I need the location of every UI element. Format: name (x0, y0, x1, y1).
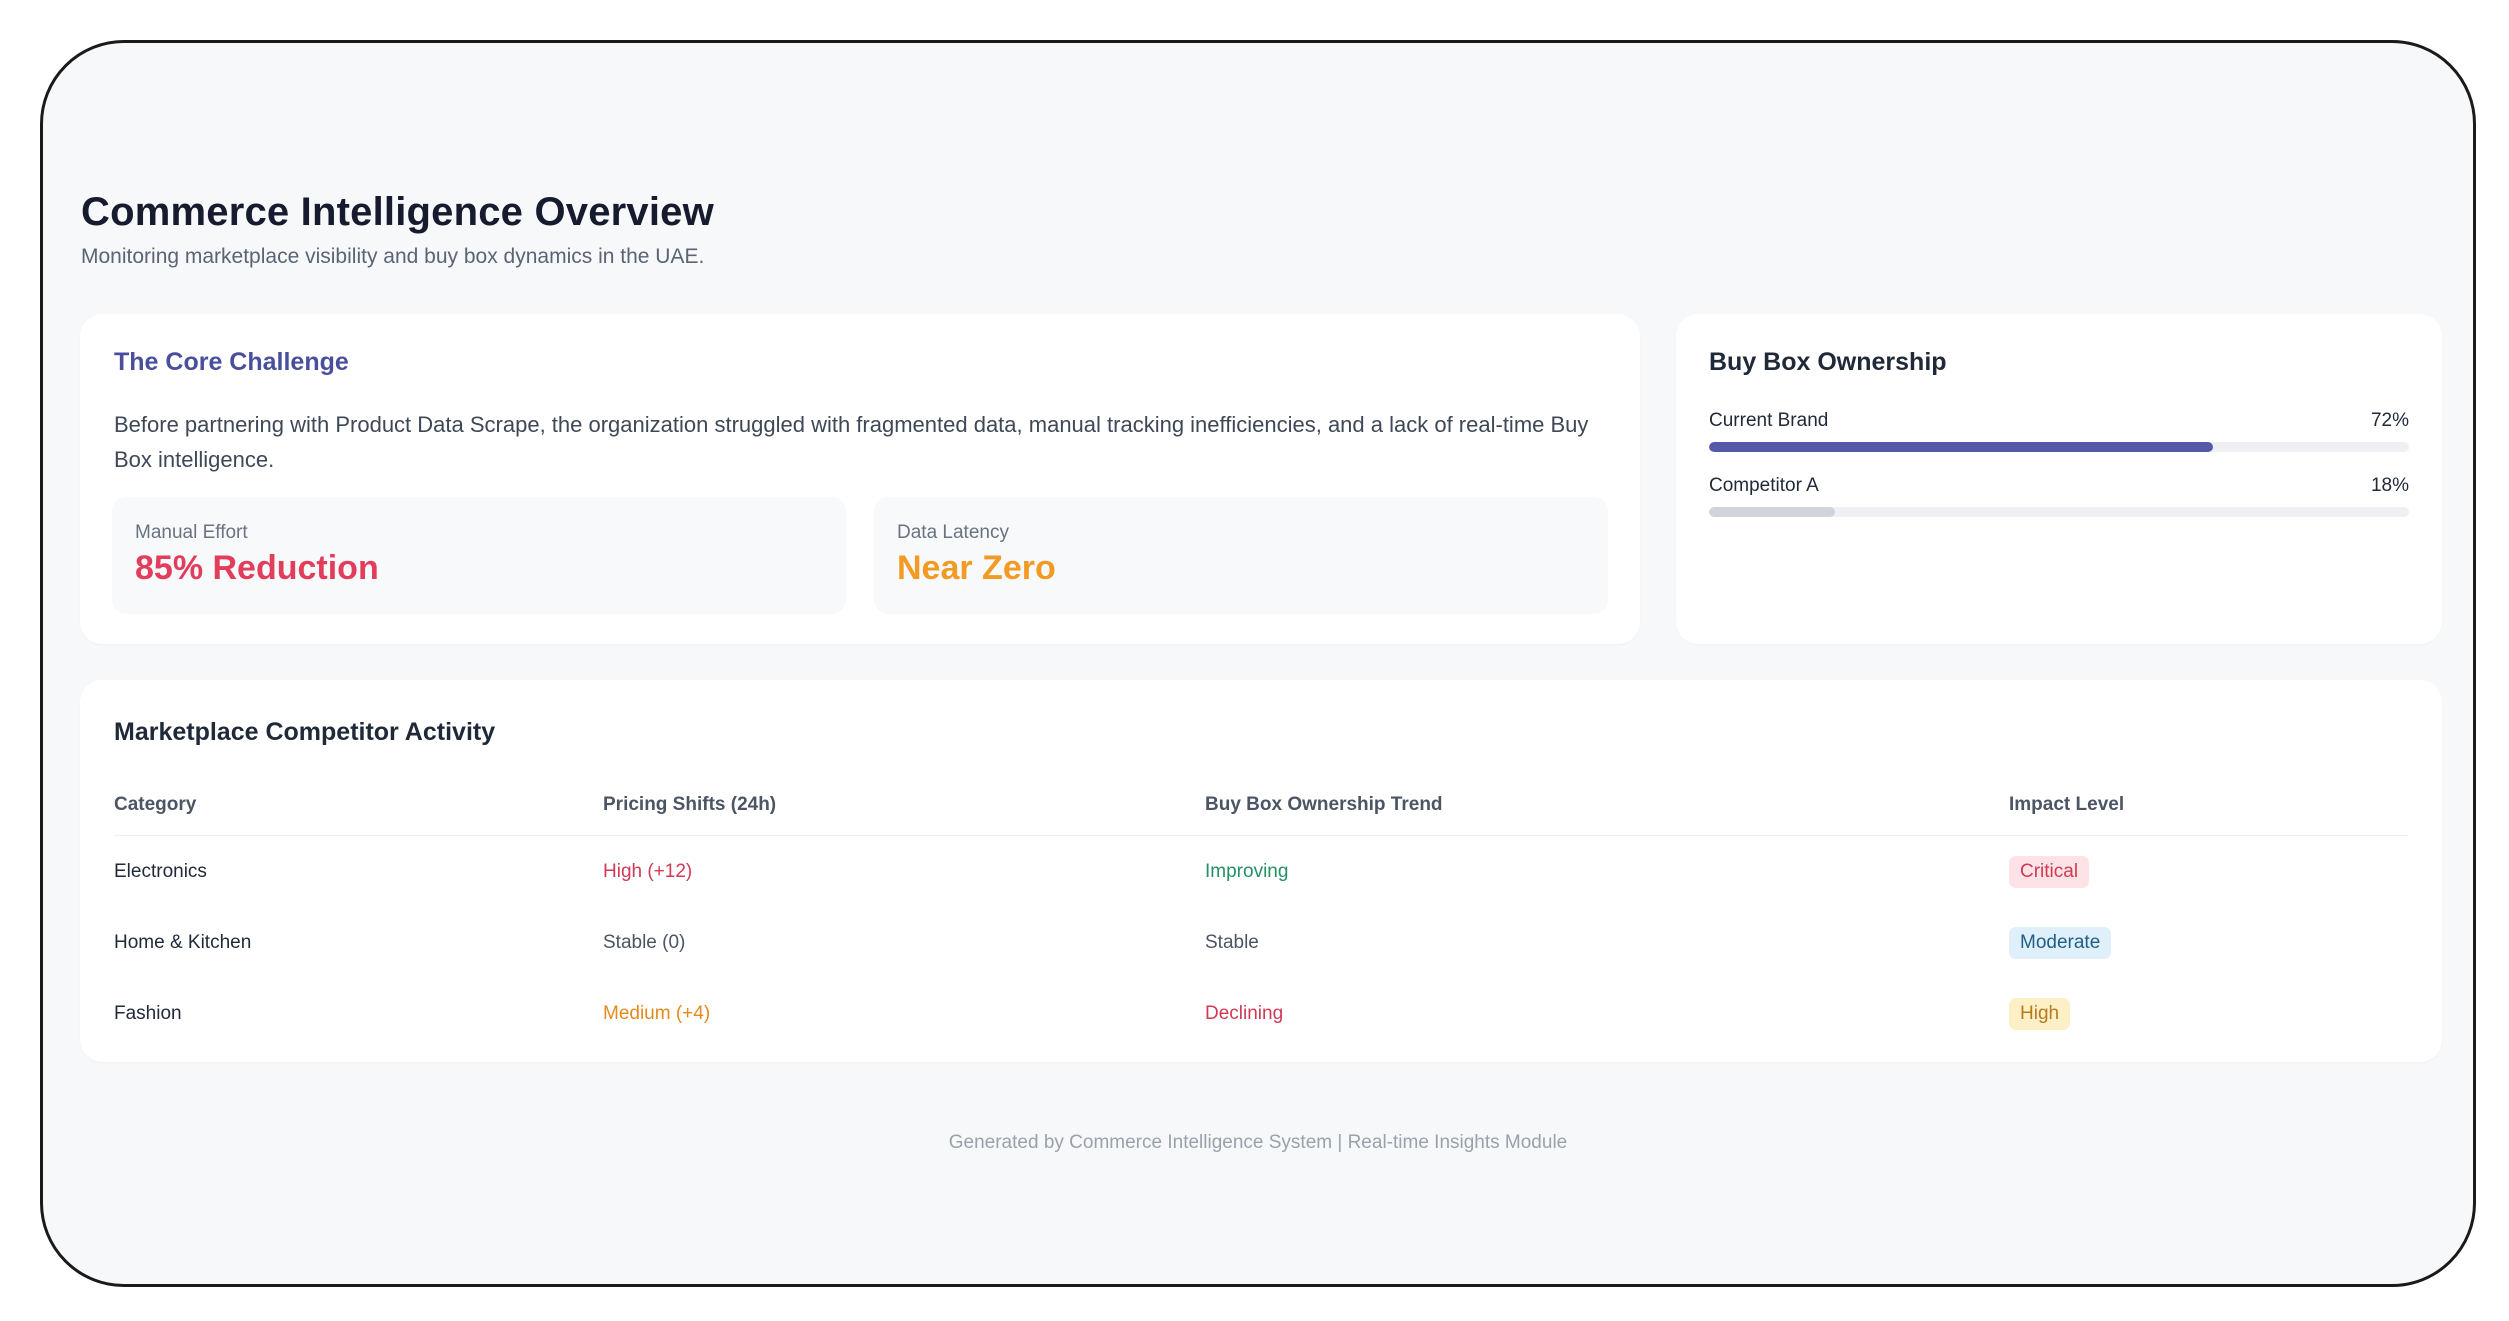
page-subtitle: Monitoring marketplace visibility and bu… (81, 245, 705, 268)
column-header-category: Category (114, 793, 197, 815)
impact-badge: Critical (2009, 855, 2090, 888)
cell-category: Electronics (114, 860, 207, 882)
ownership-value: 72% (2370, 410, 2409, 431)
column-header-pricing: Pricing Shifts (24h) (603, 793, 777, 815)
impact-badge: High (2009, 997, 2071, 1030)
cell-impact: Critical (2009, 855, 2408, 888)
cell-trend: Stable (1205, 931, 1259, 953)
metric-data-latency: Data Latency Near Zero (874, 497, 1608, 614)
impact-badge: Moderate (2009, 926, 2112, 959)
metric-value: Near Zero (897, 549, 1056, 587)
cell-trend: Declining (1205, 1002, 1284, 1024)
progress-fill (1709, 507, 1835, 517)
core-challenge-card: The Core Challenge Before partnering wit… (80, 314, 1640, 644)
buy-box-ownership-card: Buy Box Ownership Current Brand 72% Comp… (1676, 314, 2442, 644)
ownership-row-competitor-a: Competitor A 18% (1709, 475, 2409, 517)
footer-text: Generated by Commerce Intelligence Syste… (948, 1132, 1568, 1153)
table-header: Category Pricing Shifts (24h) Buy Box Ow… (114, 774, 2408, 836)
table-row: Home & Kitchen Stable (0) Stable Moderat… (114, 907, 2408, 978)
cell-impact: Moderate (2009, 926, 2408, 959)
competitor-activity-card: Marketplace Competitor Activity Category… (80, 680, 2442, 1062)
ownership-label: Current Brand (1709, 410, 1829, 431)
table-row: Fashion Medium (+4) Declining High (114, 978, 2408, 1049)
metric-label: Data Latency (897, 522, 1009, 543)
column-header-trend: Buy Box Ownership Trend (1205, 793, 1443, 815)
competitor-activity-table: Category Pricing Shifts (24h) Buy Box Ow… (114, 774, 2408, 1049)
page-header: Commerce Intelligence Overview Monitorin… (81, 190, 714, 269)
cell-impact: High (2009, 997, 2408, 1030)
app-frame: Commerce Intelligence Overview Monitorin… (40, 40, 2476, 1287)
cell-category: Home & Kitchen (114, 931, 252, 953)
competitor-activity-title: Marketplace Competitor Activity (114, 718, 496, 746)
ownership-label: Competitor A (1709, 475, 1819, 496)
progress-track (1709, 507, 2409, 517)
metric-label: Manual Effort (135, 522, 248, 543)
cell-trend: Improving (1205, 860, 1289, 882)
page-title: Commerce Intelligence Overview (81, 190, 714, 234)
cell-pricing: Stable (0) (603, 931, 686, 953)
table-row: Electronics High (+12) Improving Critica… (114, 836, 2408, 907)
ownership-value: 18% (2370, 475, 2409, 496)
ownership-row-current-brand: Current Brand 72% (1709, 410, 2409, 452)
cell-category: Fashion (114, 1002, 182, 1024)
core-challenge-title: The Core Challenge (114, 348, 349, 376)
cell-pricing: Medium (+4) (603, 1002, 711, 1024)
metric-value: 85% Reduction (135, 549, 379, 587)
core-challenge-text: Before partnering with Product Data Scra… (114, 412, 1589, 472)
metric-manual-effort: Manual Effort 85% Reduction (112, 497, 846, 614)
progress-fill (1709, 442, 2213, 452)
buy-box-ownership-title: Buy Box Ownership (1709, 348, 1947, 376)
progress-track (1709, 442, 2409, 452)
column-header-impact: Impact Level (2009, 793, 2125, 815)
cell-pricing: High (+12) (603, 860, 693, 882)
